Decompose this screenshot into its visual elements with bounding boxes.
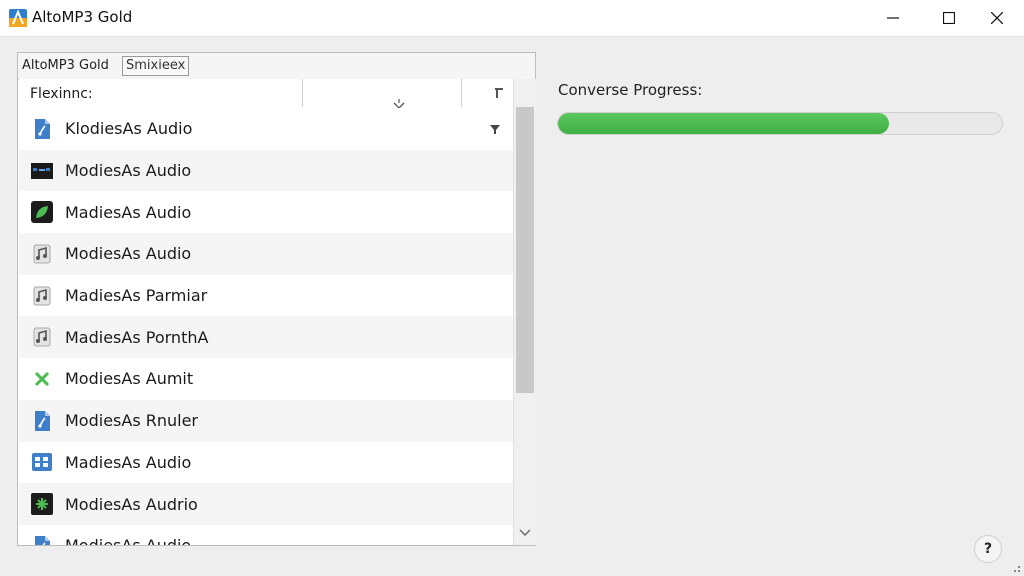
maximize-button[interactable] bbox=[926, 0, 972, 36]
maximize-icon bbox=[943, 12, 955, 24]
music-note-icon bbox=[33, 286, 51, 306]
file-list: KlodiesAs Audio ModiesAs Audio MadiesAs Au… bbox=[19, 108, 513, 545]
resize-grip-icon[interactable] bbox=[1010, 562, 1022, 574]
column-filter-icon[interactable] bbox=[493, 87, 505, 99]
list-item[interactable]: MadiesAs Audio bbox=[19, 441, 513, 484]
list-item-label: ModiesAs Audio bbox=[65, 161, 192, 181]
close-icon bbox=[991, 12, 1003, 24]
list-item-label: KlodiesAs Audio bbox=[65, 119, 193, 139]
list-item-label: MadiesAs Parmiar bbox=[65, 286, 208, 306]
conversion-progress-bar bbox=[557, 112, 1003, 135]
title-bar: AltoMP3 Gold bbox=[0, 0, 1024, 37]
green-sparkle-icon bbox=[31, 493, 53, 516]
column-divider[interactable] bbox=[302, 79, 303, 107]
column-header: Flexinnc: bbox=[19, 79, 513, 109]
file-list-panel: AltoMP3 Gold Smixieex Flexinnc: KlodiesA… bbox=[17, 52, 536, 546]
list-item[interactable]: KlodiesAs Audio bbox=[19, 108, 513, 150]
tab-strip: AltoMP3 Gold Smixieex bbox=[18, 53, 535, 80]
list-item-label: ModiesAs Aumit bbox=[65, 369, 194, 389]
file-audio-icon bbox=[35, 410, 50, 431]
tab-app-name[interactable]: AltoMP3 Gold bbox=[22, 58, 109, 73]
music-note-icon bbox=[33, 327, 51, 347]
list-item-label: ModiesAs Audio bbox=[65, 536, 191, 545]
list-item[interactable]: ModiesAs Aumit bbox=[19, 358, 513, 400]
list-item[interactable]: MadiesAs PornthA bbox=[19, 316, 513, 359]
file-audio-icon bbox=[35, 118, 50, 139]
video-thumbnail-icon bbox=[31, 162, 53, 179]
file-audio-icon bbox=[35, 535, 50, 545]
window-title: AltoMP3 Gold bbox=[32, 8, 133, 26]
minimize-icon bbox=[887, 17, 899, 19]
list-item-label: MadiesAs Audio bbox=[65, 202, 192, 222]
list-item[interactable]: ModiesAs Audio bbox=[19, 149, 513, 192]
scrollbar-thumb[interactable] bbox=[516, 107, 534, 393]
list-item[interactable]: ModiesAs Rnuler bbox=[19, 399, 513, 442]
minimize-button[interactable] bbox=[870, 0, 916, 36]
list-item[interactable]: ModiesAs Audrio bbox=[19, 483, 513, 525]
list-item[interactable]: ModiesAs Audio bbox=[19, 233, 513, 275]
filter-icon[interactable] bbox=[489, 123, 501, 135]
column-divider[interactable] bbox=[461, 79, 462, 107]
vertical-scrollbar[interactable] bbox=[513, 79, 536, 545]
list-item-label: ModiesAs Audrio bbox=[65, 494, 198, 514]
media-grid-icon bbox=[32, 453, 52, 472]
close-button[interactable] bbox=[974, 0, 1020, 36]
column-name-header[interactable]: Flexinnc: bbox=[30, 86, 93, 102]
list-item-label: MadiesAs Audio bbox=[65, 452, 192, 472]
progress-label: Converse Progress: bbox=[558, 81, 703, 99]
list-item[interactable]: MadiesAs Audio bbox=[19, 191, 513, 234]
list-item-label: ModiesAs Audio bbox=[65, 244, 192, 264]
list-item[interactable]: MadiesAs Parmiar bbox=[19, 274, 513, 317]
list-item-label: ModiesAs Rnuler bbox=[65, 411, 199, 431]
progress-fill bbox=[558, 113, 889, 134]
music-note-icon bbox=[33, 244, 51, 264]
green-leaf-icon bbox=[31, 201, 53, 224]
list-item-label: MadiesAs PornthA bbox=[65, 327, 209, 347]
app-logo-icon bbox=[9, 9, 27, 27]
list-item[interactable]: ModiesAs Audio bbox=[19, 524, 513, 545]
scroll-down-icon[interactable] bbox=[518, 527, 532, 539]
help-button[interactable]: ? bbox=[974, 535, 1002, 563]
tab-secondary[interactable]: Smixieex bbox=[122, 56, 190, 76]
green-x-icon bbox=[34, 371, 50, 387]
